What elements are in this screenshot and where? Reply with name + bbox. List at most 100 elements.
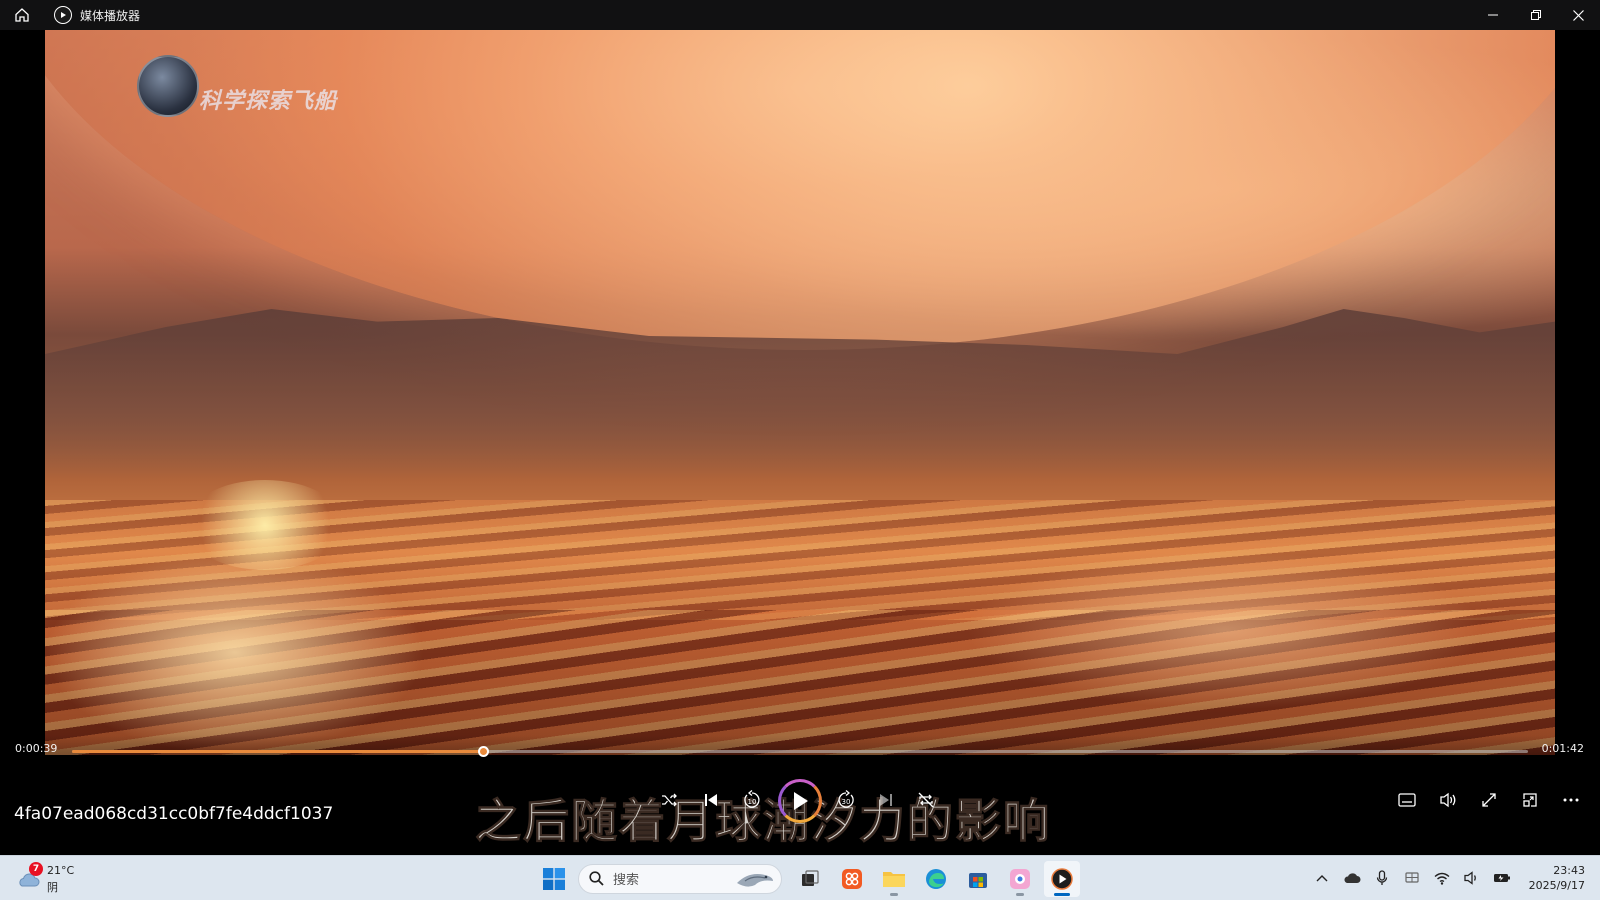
onedrive-tray-button[interactable] [1342,865,1362,891]
weather-widget[interactable]: 7 21°C 阴 [16,862,86,896]
minimize-button[interactable] [1471,0,1514,30]
fullscreen-button[interactable] [1474,785,1504,815]
battery-tray-button[interactable] [1492,865,1512,891]
weather-alert-badge: 7 [29,862,43,876]
battery-charging-icon [1494,874,1510,882]
search-highlight-bird-icon [737,873,773,887]
forward-30-icon: 30 [838,790,854,808]
forward-button[interactable]: 30 [831,785,861,815]
watermark-logo-icon [137,55,199,117]
search-placeholder: 搜索 [613,873,640,888]
miniplayer-button[interactable] [1515,785,1545,815]
home-icon [15,8,29,22]
playback-controls: 0:00:39 0:01:42 4fa07ead068cd31cc0bf7fe4… [0,735,1600,855]
play-icon [794,792,808,810]
minimize-icon [1487,14,1498,16]
seek-bar-progress [72,750,483,753]
restore-icon [1530,10,1541,20]
edge-browser-icon [926,868,946,889]
transport-controls: 10 30 [0,779,1600,823]
folder-icon [883,871,905,887]
system-tray [1312,865,1512,891]
video-smoke [45,550,425,755]
windows-logo-icon [543,867,565,890]
next-button[interactable] [871,785,901,815]
taskbar-apps: 搜索 [536,860,1080,897]
task-view-icon [802,869,819,886]
restore-button[interactable] [1514,0,1557,30]
secondary-controls [1392,785,1586,815]
cloud-icon [1344,873,1361,883]
more-icon [1563,798,1579,802]
shuffle-icon [662,793,677,807]
media-player-icon [1051,867,1073,890]
network-tray-button[interactable] [1432,865,1452,891]
weather-temperature: 21°C [47,864,75,877]
title-bar: 媒体播放器 [0,0,1600,30]
wifi-icon [1434,872,1450,885]
media-player-window: 媒体播放器 科学探索飞船 0:00:39 0:01:42 4fa07ead068… [0,0,1600,855]
volume-icon [1440,792,1456,808]
taskbar-clock[interactable]: 23:43 2025/9/17 [1529,863,1585,893]
seek-bar[interactable] [72,746,1528,757]
speaker-icon [1464,871,1476,885]
taskbar-search-box[interactable]: 搜索 [578,863,782,894]
rewind-seconds-label: 10 [748,798,757,806]
taskbar: 7 21°C 阴 搜索 23:43 2025/9/17 [0,855,1600,900]
watermark-text: 科学探索飞船 [199,89,338,114]
taskbar-edge-browser[interactable] [918,861,954,897]
taskbar-microsoft-store[interactable] [960,861,996,897]
show-hidden-icons-button[interactable] [1312,865,1332,891]
fullscreen-icon [1482,793,1496,807]
window-controls [1471,0,1600,30]
running-indicator [1016,892,1024,896]
forward-seconds-label: 30 [842,798,851,806]
shuffle-button[interactable] [654,785,684,815]
repeat-button[interactable] [911,785,941,815]
input-method-tray-button[interactable] [1402,865,1422,891]
store-icon [969,872,987,888]
keyboard-layout-icon [1405,872,1419,883]
rewind-button[interactable]: 10 [737,785,767,815]
taskbar-app-pink[interactable] [1002,861,1038,897]
subtitles-button[interactable] [1392,785,1422,815]
taskbar-file-explorer[interactable] [876,861,912,897]
close-button[interactable] [1557,0,1600,30]
seek-bar-thumb[interactable] [477,746,489,757]
media-app-icon [1010,868,1030,889]
skip-previous-icon [705,794,717,806]
total-time: 0:01:42 [1541,742,1584,755]
microphone-tray-button[interactable] [1372,865,1392,891]
microphone-icon [1376,870,1388,885]
close-icon [1573,9,1584,21]
window-title: 媒体播放器 [80,8,141,23]
previous-button[interactable] [696,785,726,815]
volume-tray-button[interactable] [1462,865,1482,891]
video-watermark: 科学探索飞船 [137,55,337,117]
rewind-10-icon: 10 [744,790,760,808]
subtitles-icon [1398,793,1416,807]
current-time: 0:00:39 [15,742,58,755]
play-button[interactable] [778,779,822,823]
home-button[interactable] [0,0,44,30]
taskbar-media-player[interactable] [1044,860,1080,897]
volume-button[interactable] [1433,785,1463,815]
start-button[interactable] [536,861,572,897]
more-button[interactable] [1556,785,1586,815]
video-haze [965,550,1485,710]
clock-time: 23:43 [1553,864,1585,877]
taskbar-task-view[interactable] [792,861,828,897]
active-indicator [1054,892,1070,896]
running-indicator [890,892,898,896]
app-logo-icon [54,6,72,24]
taskbar-app-orange[interactable] [834,861,870,897]
clock-date: 2025/9/17 [1528,879,1585,892]
skip-next-icon [880,794,892,806]
video-frame[interactable]: 科学探索飞船 [45,30,1555,755]
app-grid-icon [842,868,862,889]
weather-condition: 阴 [47,881,58,894]
chevron-up-icon [1316,875,1328,882]
repeat-off-icon [918,792,934,808]
search-icon [589,871,604,886]
miniplayer-icon [1523,793,1537,807]
